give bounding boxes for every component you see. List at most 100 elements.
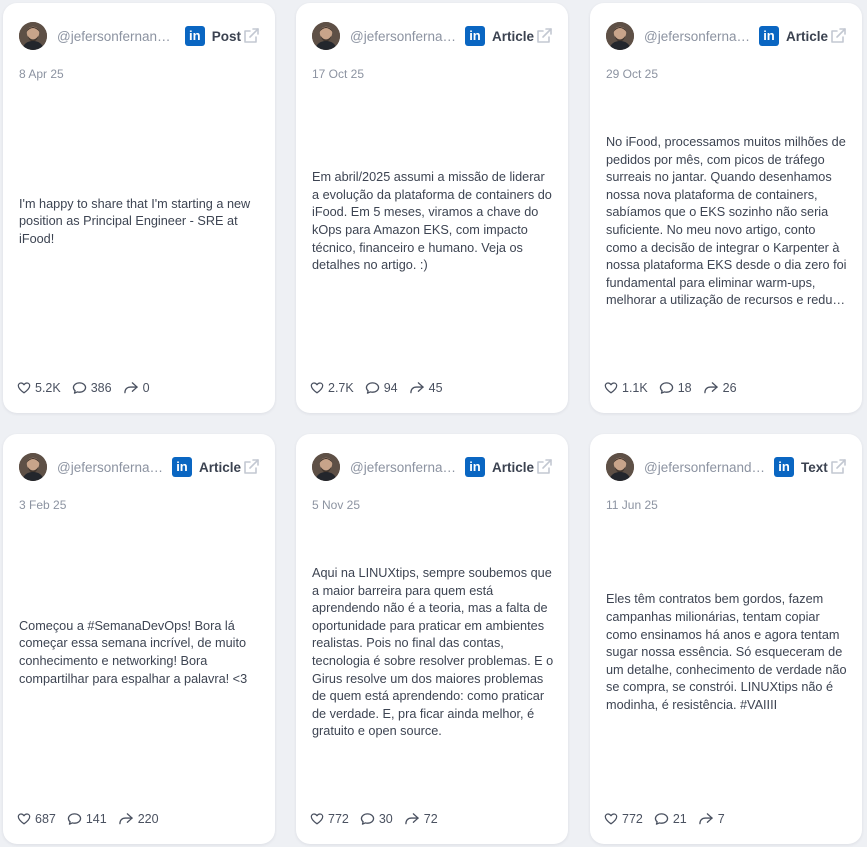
likes-count: 772	[328, 812, 349, 826]
shares-count: 72	[423, 812, 438, 826]
card-header: @jefersonfernandodasilva in Text	[606, 452, 848, 482]
card-header: @jefersonfernandodasilva in Post	[19, 21, 261, 51]
author-handle: @jefersonfernandodasilva	[57, 28, 177, 44]
linkedin-icon: in	[758, 26, 779, 46]
author-handle: @jefersonfernandodasilva	[350, 28, 457, 44]
comment-icon	[67, 812, 86, 826]
post-text: I'm happy to share that I'm starting a n…	[19, 196, 251, 246]
post-text: Aqui na LINUXtips, sempre soubemos que a…	[312, 566, 554, 739]
post-date: 11 Jun 25	[606, 498, 658, 512]
heart-icon	[310, 812, 328, 826]
comments-count: 30	[378, 812, 393, 826]
post-type-label: Text	[801, 459, 828, 475]
likes-stat: 5.2K	[17, 381, 61, 395]
heart-icon	[604, 812, 622, 826]
post-date: 5 Nov 25	[312, 498, 361, 512]
avatar	[312, 22, 340, 50]
share-icon	[118, 812, 138, 826]
shares-stat: 0	[123, 381, 150, 395]
likes-count: 1.1K	[622, 381, 648, 395]
shares-stat: 26	[703, 381, 737, 395]
post-card[interactable]: @jefersonfernandodasilva in Article 29 O…	[590, 3, 862, 413]
heart-icon	[17, 381, 35, 395]
linkedin-icon: in	[171, 457, 192, 477]
card-header: @jefersonfernandodasilva in Article	[312, 21, 554, 51]
external-link-icon[interactable]	[241, 457, 261, 477]
comments-stat: 141	[67, 812, 107, 826]
comments-stat: 21	[654, 812, 687, 826]
post-card[interactable]: @jefersonfernandodasilva in Article 17 O…	[296, 3, 568, 413]
likes-stat: 772	[310, 812, 349, 826]
likes-count: 2.7K	[328, 381, 354, 395]
post-date: 17 Oct 25	[312, 67, 365, 81]
linkedin-icon: in	[464, 26, 485, 46]
comment-icon	[360, 812, 379, 826]
author-handle: @jefersonfernandodasilva	[350, 459, 457, 475]
post-date: 3 Feb 25	[19, 498, 67, 512]
engagement-stats: 772 30 72	[310, 812, 449, 826]
linkedin-icon: in	[464, 457, 485, 477]
card-header: @jefersonfernandodasilva in Article	[606, 21, 848, 51]
post-text: Começou a #SemanaDevOps! Bora lá começar…	[19, 618, 248, 686]
engagement-stats: 772 21 7	[604, 812, 736, 826]
likes-count: 772	[622, 812, 643, 826]
engagement-stats: 1.1K 18 26	[604, 381, 748, 395]
share-icon	[409, 381, 429, 395]
external-link-icon[interactable]	[828, 26, 848, 46]
comments-stat: 94	[365, 381, 398, 395]
shares-count: 220	[137, 812, 159, 826]
likes-stat: 1.1K	[604, 381, 648, 395]
external-link-icon[interactable]	[534, 457, 554, 477]
post-body: Começou a #SemanaDevOps! Bora lá começar…	[19, 522, 261, 784]
comment-icon	[654, 812, 673, 826]
likes-stat: 687	[17, 812, 56, 826]
heart-icon	[604, 381, 622, 395]
avatar	[19, 453, 47, 481]
comment-icon	[365, 381, 384, 395]
shares-count: 26	[722, 381, 737, 395]
comments-count: 18	[677, 381, 692, 395]
post-type-label: Article	[491, 459, 534, 475]
external-link-icon[interactable]	[828, 457, 848, 477]
shares-stat: 45	[409, 381, 443, 395]
post-card[interactable]: @jefersonfernandodasilva in Article 3 Fe…	[3, 434, 275, 844]
card-header: @jefersonfernandodasilva in Article	[312, 452, 554, 482]
likes-stat: 772	[604, 812, 643, 826]
post-body: Eles têm contratos bem gordos, fazem cam…	[606, 522, 848, 784]
shares-count: 0	[142, 381, 150, 395]
external-link-icon[interactable]	[534, 26, 554, 46]
heart-icon	[17, 812, 35, 826]
external-link-icon[interactable]	[241, 26, 261, 46]
card-header: @jefersonfernandodasilva in Article	[19, 452, 261, 482]
comments-count: 94	[383, 381, 398, 395]
avatar	[19, 22, 47, 50]
engagement-stats: 5.2K 386 0	[17, 381, 161, 395]
comments-count: 386	[90, 381, 112, 395]
post-date: 29 Oct 25	[606, 67, 659, 81]
author-handle: @jefersonfernandodasilva	[57, 459, 164, 475]
likes-count: 5.2K	[35, 381, 61, 395]
avatar	[606, 453, 634, 481]
post-card[interactable]: @jefersonfernandodasilva in Text 11 Jun …	[590, 434, 862, 844]
author-handle: @jefersonfernandodasilva	[644, 28, 751, 44]
shares-count: 7	[717, 812, 725, 826]
comment-icon	[72, 381, 91, 395]
share-icon	[123, 381, 143, 395]
shares-stat: 220	[118, 812, 159, 826]
shares-stat: 7	[698, 812, 725, 826]
linkedin-icon: in	[774, 457, 794, 477]
post-card[interactable]: @jefersonfernandodasilva in Post 8 Apr 2…	[3, 3, 275, 413]
comments-count: 141	[85, 812, 107, 826]
post-body: Aqui na LINUXtips, sempre soubemos que a…	[312, 522, 554, 784]
avatar	[606, 22, 634, 50]
post-type-label: Article	[198, 459, 241, 475]
post-card[interactable]: @jefersonfernandodasilva in Article 5 No…	[296, 434, 568, 844]
post-date: 8 Apr 25	[19, 67, 64, 81]
likes-stat: 2.7K	[310, 381, 354, 395]
shares-count: 45	[428, 381, 443, 395]
share-icon	[703, 381, 723, 395]
comment-icon	[659, 381, 678, 395]
shares-stat: 72	[404, 812, 438, 826]
avatar	[312, 453, 340, 481]
share-icon	[404, 812, 424, 826]
